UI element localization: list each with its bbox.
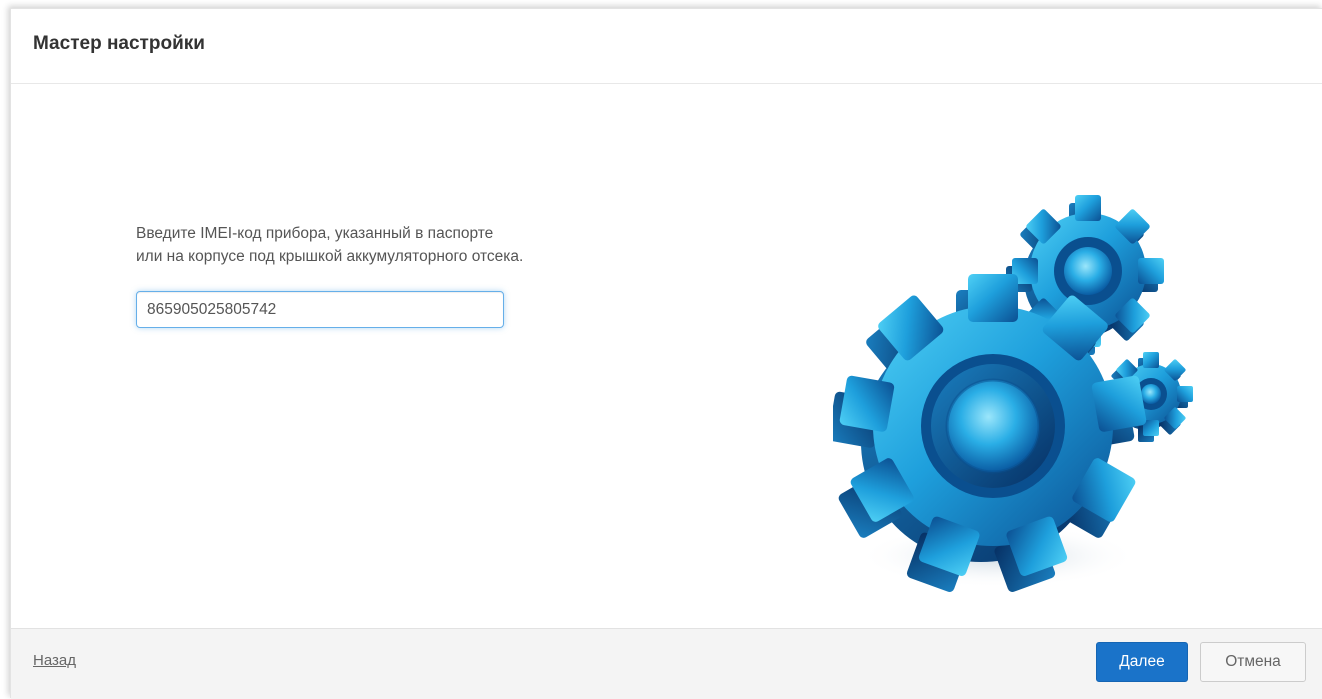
- cancel-button[interactable]: Отмена: [1200, 642, 1306, 682]
- imei-input[interactable]: [136, 291, 504, 328]
- dialog-body: Введите IMEI-код прибора, указанный в па…: [11, 84, 1322, 628]
- dialog-footer: Назад Далее Отмена: [11, 628, 1322, 699]
- instruction-line-2: или на корпусе под крышкой аккумуляторно…: [136, 248, 524, 265]
- gears-icon: [833, 195, 1193, 594]
- next-button[interactable]: Далее: [1096, 642, 1188, 682]
- back-link[interactable]: Назад: [33, 652, 76, 669]
- instruction-line-1: Введите IMEI-код прибора, указанный в па…: [136, 225, 494, 242]
- imei-instruction-text: Введите IMEI-код прибора, указанный в па…: [136, 222, 696, 268]
- dialog-title: Мастер настройки: [33, 33, 205, 54]
- setup-wizard-dialog: Мастер настройки Введите IMEI-код прибор…: [10, 8, 1322, 699]
- dialog-header: Мастер настройки: [11, 9, 1322, 84]
